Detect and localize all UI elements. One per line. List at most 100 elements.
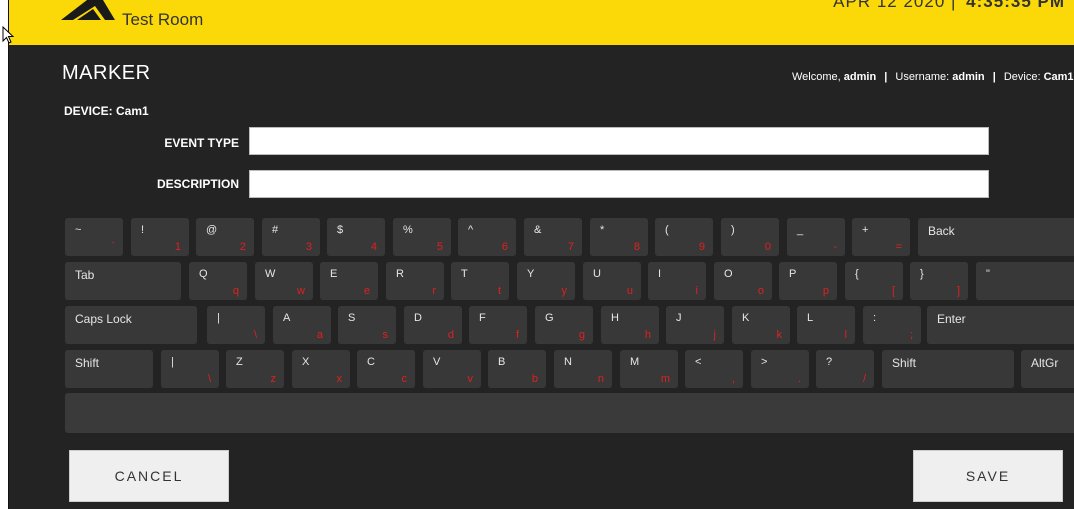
key-secondary-label: l — [844, 329, 847, 341]
key-w[interactable]: Ww — [255, 262, 313, 300]
key-primary-label: T — [461, 268, 468, 280]
description-label: DESCRIPTION — [156, 177, 239, 191]
key-primary-label: E — [330, 268, 338, 280]
key-1[interactable]: ! 1 — [131, 218, 189, 256]
key-3[interactable]: #3 — [262, 218, 320, 256]
key-tab[interactable]: Tab — [65, 262, 181, 300]
key-primary-label: : — [873, 312, 877, 324]
username-value: admin — [952, 71, 985, 83]
key-h[interactable]: Hh — [601, 306, 659, 344]
key-j[interactable]: Jj — [666, 306, 724, 344]
key-secondary-label: 9 — [698, 241, 705, 253]
key-secondary-label: \ — [207, 373, 211, 385]
key-primary-label: U — [593, 268, 601, 280]
description-input[interactable] — [249, 170, 989, 198]
key-m[interactable]: Mm — [620, 350, 678, 388]
key-primary-label: ! — [141, 224, 145, 236]
key-altgr[interactable]: AltGr — [1021, 350, 1074, 388]
key-.[interactable]: >. — [751, 350, 809, 388]
brand-logo-icon — [61, 0, 115, 20]
event-type-input[interactable] — [249, 127, 989, 155]
key-secondary-label: ; — [909, 329, 913, 341]
key-primary-label: ? — [826, 356, 833, 368]
key-primary-label: H — [611, 312, 619, 324]
key-g[interactable]: Gg — [535, 306, 593, 344]
key-5[interactable]: % 5 — [393, 218, 451, 256]
key-v[interactable]: Vv — [423, 350, 481, 388]
key-7[interactable]: & 7 — [524, 218, 582, 256]
key-i[interactable]: Ii — [648, 262, 706, 300]
key-`[interactable]: ~ ` — [65, 218, 123, 256]
key-f[interactable]: Ff — [469, 306, 527, 344]
key-2[interactable]: @2 — [196, 218, 254, 256]
key-6[interactable]: ^ 6 — [458, 218, 516, 256]
key-space[interactable] — [65, 393, 1074, 433]
key-secondary-label: ` — [111, 241, 115, 253]
key-primary-label: > — [761, 356, 768, 368]
save-button[interactable]: SAVE — [913, 450, 1063, 502]
key-primary-label: + — [862, 224, 869, 236]
key-n[interactable]: Nn — [554, 350, 612, 388]
key-d[interactable]: Dd — [404, 306, 462, 344]
key-y[interactable]: Yy — [517, 262, 575, 300]
date-text: APR 12 2020 — [833, 0, 946, 11]
key-0[interactable]: ) 0 — [721, 218, 779, 256]
key-p[interactable]: Pp — [779, 262, 837, 300]
key-primary-label: Tab — [75, 268, 95, 282]
key-c[interactable]: Cc — [357, 350, 415, 388]
key-primary-label: D — [414, 312, 422, 324]
key-e[interactable]: Ee — [320, 262, 378, 300]
key-secondary-label: b — [531, 373, 538, 385]
username-label: Username: — [895, 71, 950, 83]
key-\[interactable]: | \ — [207, 306, 265, 344]
key-l[interactable]: Ll — [797, 306, 855, 344]
key-secondary-label: t — [497, 285, 501, 297]
key-secondary-label: z — [270, 373, 277, 385]
key-secondary-label: 6 — [501, 241, 508, 253]
key-secondary-label: 4 — [370, 241, 377, 253]
key-x[interactable]: Xx — [292, 350, 350, 388]
key-primary-label: F — [479, 312, 486, 324]
key-u[interactable]: Uu — [583, 262, 641, 300]
mouse-pointer-icon — [2, 26, 14, 44]
key-primary-label: @ — [206, 224, 218, 236]
key--[interactable]: _ - — [787, 218, 845, 256]
key-o[interactable]: Oo — [714, 262, 772, 300]
key-secondary-label: e — [363, 285, 370, 297]
key-primary-label: ) — [731, 224, 735, 236]
key-secondary-label: i — [695, 285, 698, 297]
cancel-button[interactable]: CANCEL — [69, 450, 229, 502]
key-q[interactable]: Qq — [189, 262, 247, 300]
key-caps-lock[interactable]: Caps Lock — [65, 306, 197, 344]
key-primary-label: Y — [527, 268, 535, 280]
key-[[interactable]: {[ — [845, 262, 903, 300]
key-primary-label: ^ — [468, 224, 474, 236]
key-a[interactable]: Aa — [273, 306, 331, 344]
key-primary-label: | — [217, 312, 220, 324]
key-][interactable]: }] — [910, 262, 968, 300]
key-4[interactable]: $4 — [327, 218, 385, 256]
key-,[interactable]: <, — [685, 350, 743, 388]
key-'[interactable]: "' — [976, 262, 1074, 300]
key-s[interactable]: Ss — [338, 306, 396, 344]
key-;[interactable]: :; — [863, 306, 921, 344]
separator: | — [884, 71, 888, 83]
key-b[interactable]: Bb — [488, 350, 546, 388]
key-secondary-label: m — [660, 373, 670, 385]
key-8[interactable]: * 8 — [590, 218, 648, 256]
key-back[interactable]: Back — [918, 218, 1074, 256]
key-/[interactable]: ? / — [816, 350, 874, 388]
key-r[interactable]: Rr — [386, 262, 444, 300]
key-shift[interactable]: Shift — [882, 350, 1014, 388]
key-primary-label: C — [367, 356, 375, 368]
key-=[interactable]: + = — [852, 218, 910, 256]
key-\[interactable]: | \ — [161, 350, 219, 388]
key-shift[interactable]: Shift — [65, 350, 153, 388]
key-enter[interactable]: Enter — [927, 306, 1074, 344]
key-k[interactable]: Kk — [732, 306, 790, 344]
key-9[interactable]: (9 — [655, 218, 713, 256]
key-primary-label: * — [600, 224, 605, 236]
key-primary-label: _ — [797, 224, 804, 236]
key-z[interactable]: Zz — [226, 350, 284, 388]
key-t[interactable]: Tt — [451, 262, 509, 300]
